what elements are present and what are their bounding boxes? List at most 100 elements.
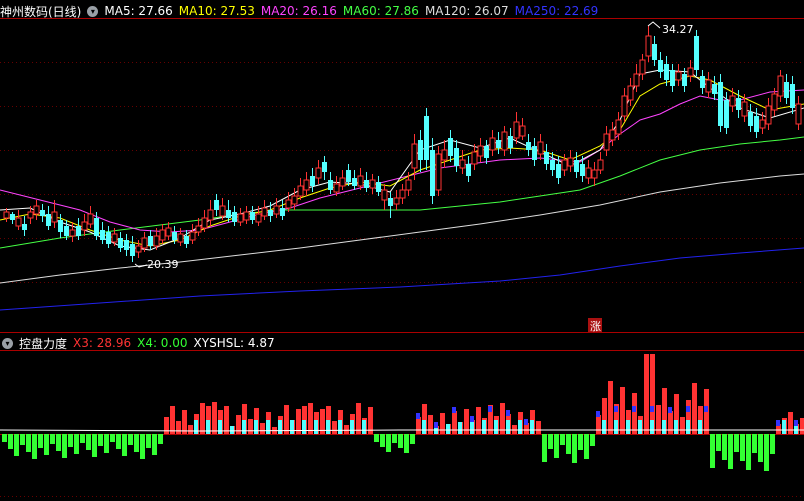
candle-body-18 [111, 233, 118, 243]
indicator-bar-30 [182, 410, 187, 434]
candle-body-126 [759, 119, 766, 129]
ma20-line [0, 89, 804, 233]
indicator-cap-81 [488, 406, 492, 412]
candle-body-93 [561, 159, 568, 171]
indicator-overlay-42 [254, 420, 258, 434]
indicator-bar-35 [212, 402, 217, 434]
indicator-bar-105 [632, 393, 637, 434]
indicator-bar-126 [758, 434, 763, 462]
indicator-bar-2 [14, 434, 19, 456]
candle-body-55 [333, 183, 340, 193]
candle-body-66 [399, 189, 406, 199]
indicator-cap-78 [470, 416, 474, 422]
indicator-bar-94 [566, 434, 571, 454]
indicator-bar-8 [50, 434, 55, 444]
indicator-bar-27 [164, 417, 169, 434]
indicator-bar-17 [104, 434, 109, 453]
indicator-bar-96 [578, 434, 583, 450]
candle-body-3 [22, 224, 27, 230]
indicator-cap-132 [794, 420, 798, 426]
indicator-bar-128 [770, 434, 775, 454]
indicator-bar-121 [728, 434, 733, 469]
kline-chart[interactable]: 34.27 20.39 涨 [0, 0, 804, 501]
indicator-bar-127 [764, 434, 769, 471]
candle-body-16 [100, 230, 105, 240]
indicator-overlay-106 [638, 420, 642, 434]
candle-body-24 [148, 236, 153, 246]
candle-body-84 [508, 136, 513, 148]
candle-body-74 [448, 138, 453, 156]
indicator-cap-72 [434, 422, 438, 428]
candle-body-39 [237, 213, 244, 223]
candle-body-45 [273, 205, 280, 215]
indicator-bar-99 [596, 415, 601, 434]
candle-body-130 [784, 82, 789, 98]
indicator-bar-0 [2, 434, 7, 442]
candle-body-89 [537, 141, 544, 155]
candle-body-17 [106, 232, 111, 244]
candle-body-63 [381, 189, 388, 201]
indicator-bar-1 [8, 434, 13, 449]
candle-body-13 [81, 221, 88, 231]
indicator-overlay-130 [782, 420, 786, 434]
indicator-bar-22 [134, 434, 139, 452]
indicator-bar-23 [140, 434, 145, 459]
candle-body-57 [346, 170, 351, 182]
indicator-bar-33 [200, 403, 205, 434]
indicator-cap-102 [614, 406, 618, 412]
candle-body-68 [411, 143, 418, 169]
indicator-bar-41 [248, 419, 253, 434]
candle-body-108 [652, 44, 657, 60]
candle-body-76 [459, 159, 466, 169]
indicator-bar-124 [746, 434, 751, 470]
candle-body-48 [291, 195, 298, 205]
indicator-bar-28 [170, 406, 175, 434]
candle-body-19 [118, 238, 123, 248]
indicator-bar-65 [392, 434, 397, 443]
candle-body-128 [771, 93, 778, 111]
candle-body-30 [184, 236, 189, 244]
candle-body-37 [226, 210, 231, 218]
candle-body-131 [790, 84, 795, 108]
candle-body-112 [675, 71, 682, 81]
candle-body-50 [303, 179, 310, 191]
candle-body-1 [10, 214, 15, 220]
candle-body-69 [418, 140, 423, 160]
candle-body-15 [94, 218, 99, 236]
indicator-bar-59 [356, 403, 361, 434]
candle-body-90 [544, 152, 549, 164]
indicator-bar-115 [692, 383, 697, 434]
indicator-bar-120 [722, 434, 727, 460]
indicator-bar-63 [380, 434, 385, 447]
high-marker [647, 21, 661, 29]
candle-body-105 [633, 73, 640, 87]
candle-body-70 [424, 116, 429, 160]
candle-body-121 [729, 95, 736, 107]
rise-badge[interactable]: 涨 [590, 320, 601, 333]
candle-body-21 [130, 244, 135, 256]
indicator-bar-75 [452, 411, 457, 434]
candle-body-20 [124, 240, 129, 250]
candle-body-100 [603, 133, 610, 151]
candle-body-27 [165, 227, 172, 237]
indicator-cap-99 [596, 411, 600, 417]
candle-body-110 [664, 64, 669, 80]
candle-body-118 [712, 84, 717, 94]
candlesticks [3, 26, 802, 262]
candle-body-56 [339, 177, 346, 187]
candle-body-102 [615, 119, 622, 135]
low-price-label: 20.39 [147, 258, 179, 271]
candle-body-104 [627, 85, 634, 101]
candle-body-78 [471, 151, 478, 165]
candle-body-12 [76, 226, 81, 236]
candle-body-86 [519, 125, 526, 137]
indicator-overlay-32 [194, 420, 198, 434]
candle-body-9 [58, 220, 63, 232]
candle-body-73 [441, 149, 448, 161]
indicator-bar-26 [158, 434, 163, 444]
candle-body-33 [201, 217, 208, 229]
indicator-overlay-48 [290, 420, 294, 434]
candle-body-47 [285, 199, 292, 209]
candle-body-11 [69, 229, 76, 237]
candle-body-99 [597, 159, 604, 171]
